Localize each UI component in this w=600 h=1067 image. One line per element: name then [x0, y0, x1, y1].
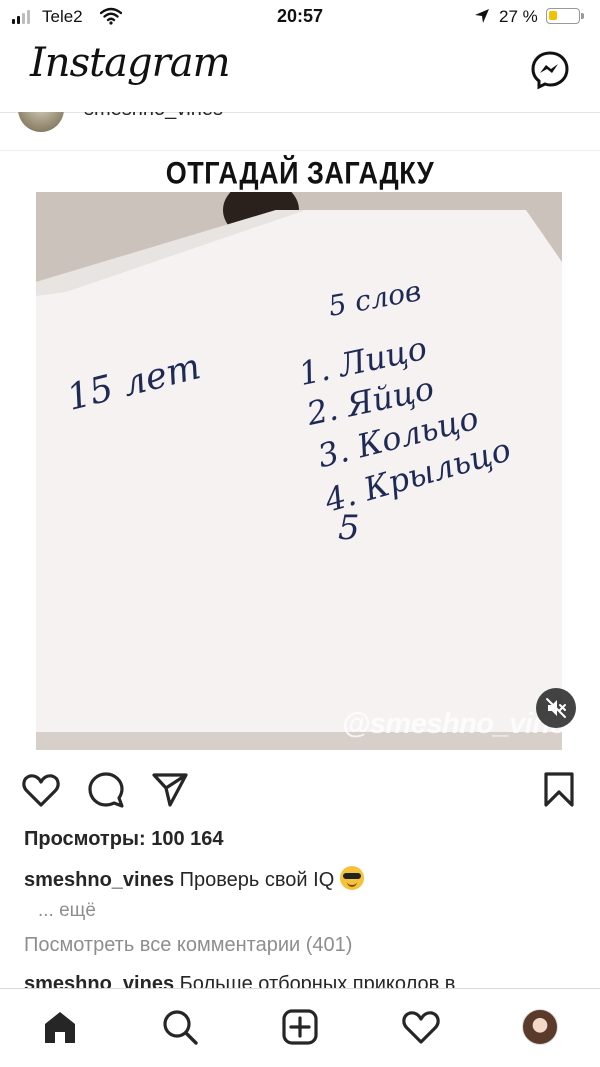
home-icon — [45, 1012, 75, 1043]
caption-text: Проверь свой IQ — [179, 869, 335, 891]
post-header[interactable]: smeshno_vines — [0, 112, 600, 151]
search-icon — [163, 1010, 198, 1045]
battery-icon — [546, 8, 584, 24]
app-header: Instagram — [0, 34, 600, 113]
like-button[interactable] — [22, 772, 60, 813]
bottom-navigation — [0, 988, 600, 1067]
battery-percent: 27 % — [499, 7, 538, 26]
comment-button[interactable] — [88, 772, 124, 813]
speaker-muted-icon — [546, 698, 566, 718]
nav-profile-avatar[interactable] — [522, 1009, 558, 1045]
location-arrow-icon — [474, 8, 490, 29]
heart-icon — [22, 774, 60, 807]
nav-new-post[interactable] — [282, 1009, 318, 1050]
bookmark-icon — [544, 772, 574, 807]
comment-preview: smeshno_vines Больше отборных приколов в — [24, 970, 584, 988]
comment-icon — [88, 772, 124, 808]
messenger-icon[interactable] — [530, 50, 570, 95]
more-link[interactable]: ... ещё — [38, 900, 96, 922]
post-username[interactable]: smeshno_vines — [84, 112, 223, 121]
nav-search[interactable] — [162, 1009, 198, 1050]
view-all-comments-link[interactable]: Посмотреть все комментарии (401) — [24, 934, 352, 957]
video-title: ОТГАДАЙ ЗАГАДКУ — [165, 155, 435, 191]
instagram-logo[interactable]: Instagram — [30, 40, 231, 86]
note-item-5: 5 — [338, 508, 360, 548]
sunglasses-emoji-icon — [340, 866, 365, 890]
status-bar: Tele2 20:57 27 % — [0, 0, 600, 34]
comment-text: Больше отборных приколов в — [179, 973, 456, 988]
save-button[interactable] — [544, 772, 574, 813]
views-count: Просмотры: 100 164 — [24, 828, 224, 850]
post-media[interactable]: ОТГАДАЙ ЗАГАДКУ 15 лет 5 слов 1. Лицо 2.… — [0, 152, 600, 760]
post-avatar[interactable] — [18, 112, 64, 132]
nav-activity[interactable] — [402, 1009, 440, 1050]
post-actions — [0, 768, 600, 814]
share-button[interactable] — [152, 772, 188, 813]
mute-button[interactable] — [536, 688, 576, 728]
post-caption: smeshno_vines Проверь свой IQ — [24, 866, 365, 892]
video-frame[interactable]: 15 лет 5 слов 1. Лицо 2. Яйцо 3. Кольцо … — [36, 192, 562, 750]
caption-username[interactable]: smeshno_vines — [24, 869, 174, 891]
nav-home[interactable] — [42, 1009, 78, 1050]
video-timer: 0:33 — [528, 176, 565, 197]
heart-outline-icon — [402, 1011, 440, 1044]
send-icon — [152, 773, 188, 807]
comment-username[interactable]: smeshno_vines — [24, 973, 174, 988]
plus-square-icon — [282, 1009, 318, 1045]
